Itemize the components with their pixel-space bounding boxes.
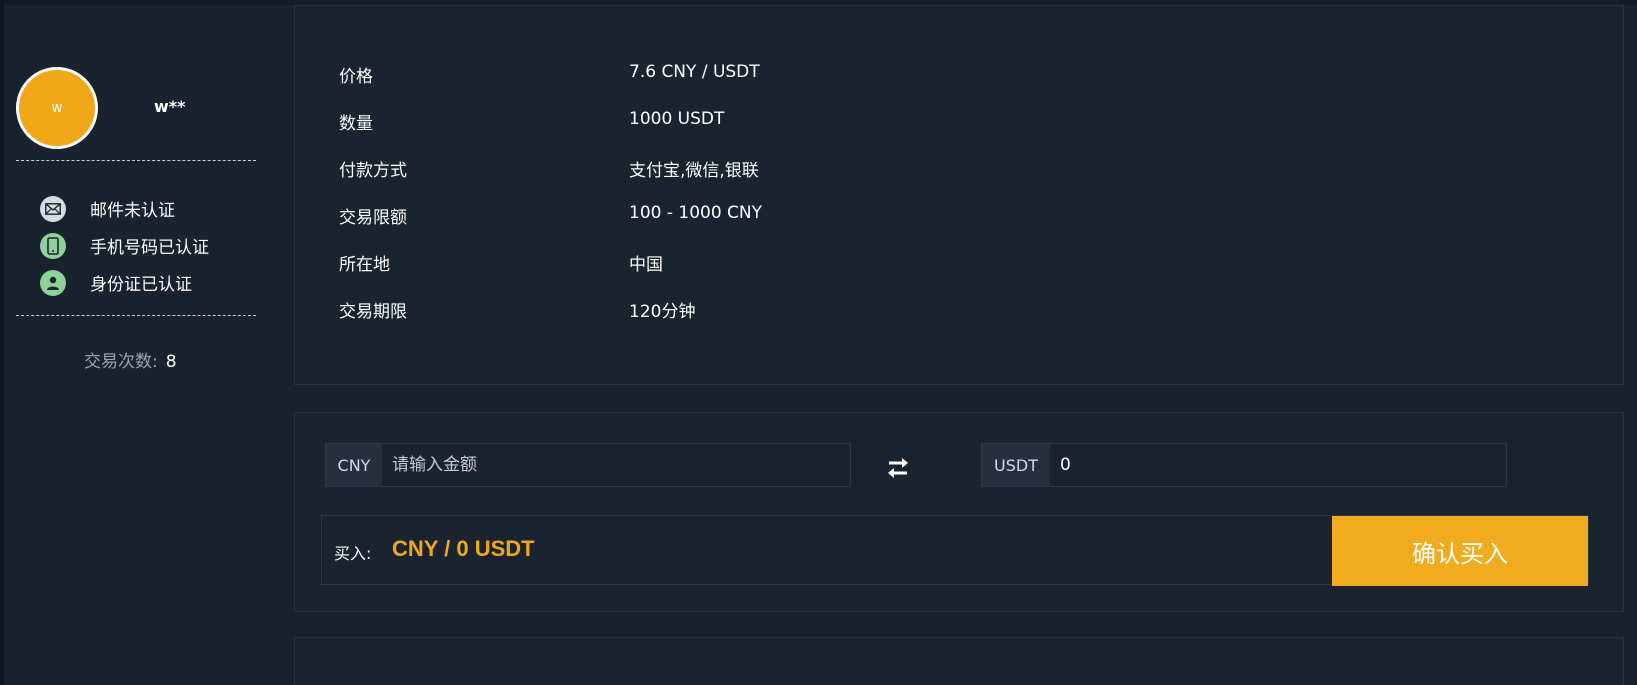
verification-item-email: 邮件未认证: [40, 190, 209, 227]
trade-panel: CNY USDT 买入: CNY / 0 USDT 确认买入: [294, 412, 1624, 612]
info-value: 100 - 1000 CNY: [629, 203, 763, 223]
bottom-panel: [294, 637, 1624, 685]
verification-item-id: 身份证已认证: [40, 264, 209, 301]
phone-icon: [40, 232, 66, 259]
offer-info-panel: 价格 7.6 CNY / USDT 数量 1000 USDT 付款方式 支付宝,…: [294, 5, 1624, 385]
verification-item-phone: 手机号码已认证: [40, 227, 209, 264]
person-icon: [40, 269, 66, 296]
verification-label-email: 邮件未认证: [90, 201, 175, 221]
envelope-icon: [40, 195, 66, 222]
info-key: 所在地: [339, 255, 390, 275]
user-sidebar: w w** 邮件未认证 手机号码已认证 身份证已认证 交易次数: 8: [4, 5, 294, 685]
info-key: 数量: [339, 114, 373, 134]
info-value: 7.6 CNY / USDT: [629, 62, 760, 82]
info-key: 交易限额: [339, 208, 407, 228]
info-value: 支付宝,微信,银联: [629, 161, 759, 181]
usdt-input-group: USDT: [981, 443, 1507, 487]
usdt-amount-input[interactable]: [1050, 444, 1506, 486]
cny-prefix: CNY: [326, 444, 382, 486]
info-row-quantity: 数量 1000 USDT: [339, 109, 724, 134]
info-value: 120分钟: [629, 302, 696, 322]
trade-count: 交易次数: 8: [84, 347, 177, 372]
swap-icon[interactable]: [883, 453, 913, 483]
cny-amount-input[interactable]: [382, 444, 850, 486]
info-row-limit: 交易限额 100 - 1000 CNY: [339, 203, 762, 228]
buy-summary-bar: 买入: CNY / 0 USDT 确认买入: [321, 515, 1589, 586]
trade-count-value: 8: [165, 352, 177, 372]
divider: [16, 315, 256, 316]
buy-label: 买入:: [334, 544, 372, 563]
info-value: 中国: [629, 255, 663, 275]
trade-count-label: 交易次数:: [84, 352, 158, 372]
cny-input-group: CNY: [325, 443, 851, 487]
verification-list: 邮件未认证 手机号码已认证 身份证已认证: [40, 190, 209, 301]
info-row-price: 价格 7.6 CNY / USDT: [339, 62, 760, 87]
avatar: w: [16, 67, 98, 149]
info-row-location: 所在地 中国: [339, 250, 663, 275]
divider: [16, 160, 256, 161]
confirm-buy-button[interactable]: 确认买入: [1332, 516, 1588, 586]
buy-amount: CNY / 0 USDT: [392, 536, 535, 561]
verification-label-phone: 手机号码已认证: [90, 238, 209, 258]
info-key: 价格: [339, 67, 373, 87]
info-key: 付款方式: [339, 161, 407, 181]
page: w w** 邮件未认证 手机号码已认证 身份证已认证 交易次数: 8 价格 7.…: [0, 0, 1637, 685]
info-row-deadline: 交易期限 120分钟: [339, 297, 695, 322]
usdt-prefix: USDT: [982, 444, 1050, 486]
info-row-payment: 付款方式 支付宝,微信,银联: [339, 156, 759, 181]
username: w**: [154, 97, 186, 116]
info-key: 交易期限: [339, 302, 407, 322]
avatar-letter: w: [51, 100, 63, 116]
info-value: 1000 USDT: [629, 109, 725, 129]
verification-label-id: 身份证已认证: [90, 275, 192, 295]
